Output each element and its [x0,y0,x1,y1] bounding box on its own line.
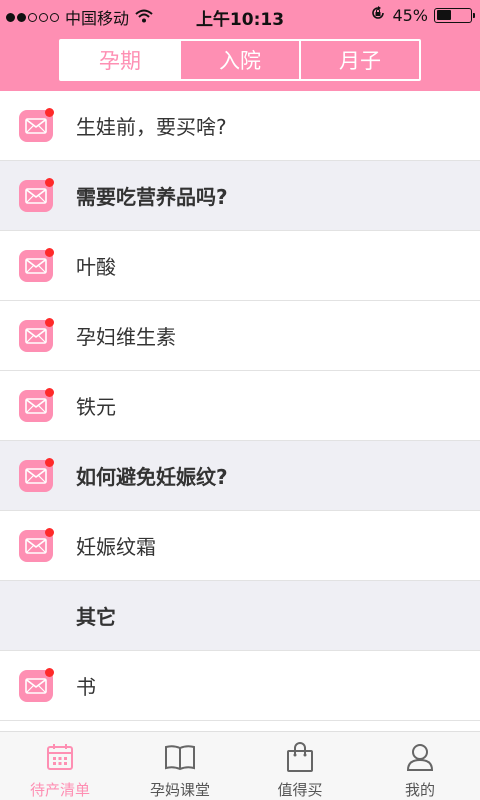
battery-icon [434,7,475,23]
unread-dot-icon [45,387,54,397]
icon-slot [0,161,76,231]
tabbar-item-0[interactable]: 待产清单 [0,732,120,800]
tabbar-item-1[interactable]: 孕妈课堂 [120,732,240,800]
unread-dot-icon [45,527,54,537]
tabbar-label: 孕妈课堂 [149,781,210,799]
shopping-bag-icon [284,741,316,773]
unread-dot-icon [45,247,54,257]
tabbar-label: 值得买 [277,781,323,799]
tab-1[interactable]: 入院 [181,41,301,79]
orientation-lock-icon [370,5,386,25]
tabbar-label: 待产清单 [29,781,90,799]
list-item-label: 需要吃营养品吗? [76,185,228,209]
status-bar: 中国移动 上午10:13 45% [0,0,480,30]
unread-dot-icon [45,667,54,677]
person-icon [404,741,436,773]
checklist: 生娃前，要买啥? 需要吃营养品吗? 叶酸孕妇维生素铁元如何避免妊娠纹? 妊娠纹霜其它书 [0,91,480,731]
list-item-label: 生娃前，要买啥? [76,115,227,139]
tabbar-item-3[interactable]: 我的 [360,732,480,800]
list-item-label: 铁元 [76,395,116,419]
list-item-label: 如何避免妊娠纹? [76,465,228,489]
list-item[interactable]: 妊娠纹霜 [0,511,480,581]
tabbar-item-2[interactable]: 值得买 [240,732,360,800]
icon-slot [0,581,76,651]
battery-percent: 45% [392,5,428,25]
book-icon [164,741,196,773]
list-item[interactable]: 生娃前，要买啥? [0,91,480,161]
unread-dot-icon [45,317,54,327]
unread-dot-icon [45,457,54,467]
list-item-label: 书 [76,675,96,699]
list-item-label: 孕妇维生素 [76,325,176,349]
list-item[interactable]: 孕妇维生素 [0,301,480,371]
icon-slot [0,91,76,161]
section-row: 如何避免妊娠纹? [0,441,480,511]
segment-tabs: 孕期 入院 月子 [59,39,421,81]
calendar-icon [44,741,76,773]
unread-dot-icon [45,177,54,187]
icon-slot [0,371,76,441]
header: 中国移动 上午10:13 45% 孕期 入院 月子 [0,0,480,91]
status-right: 45% [370,5,475,25]
tabbar-label: 我的 [404,781,435,799]
icon-slot [0,301,76,371]
list-item-label: 其它 [76,605,116,629]
tab-2[interactable]: 月子 [301,41,419,79]
list-item-label: 妊娠纹霜 [76,535,156,559]
unread-dot-icon [45,107,54,117]
list-item[interactable]: 书 [0,651,480,721]
section-row: 需要吃营养品吗? [0,161,480,231]
icon-slot [0,651,76,721]
icon-slot [0,511,76,581]
bottom-tab-bar: 待产清单 孕妈课堂 值得买 我的 [0,731,480,800]
list-item[interactable]: 铁元 [0,371,480,441]
icon-slot [0,441,76,511]
list-item-label: 叶酸 [76,255,116,279]
icon-slot [0,231,76,301]
tab-0[interactable]: 孕期 [61,41,181,79]
section-row: 其它 [0,581,480,651]
list-item[interactable]: 叶酸 [0,231,480,301]
